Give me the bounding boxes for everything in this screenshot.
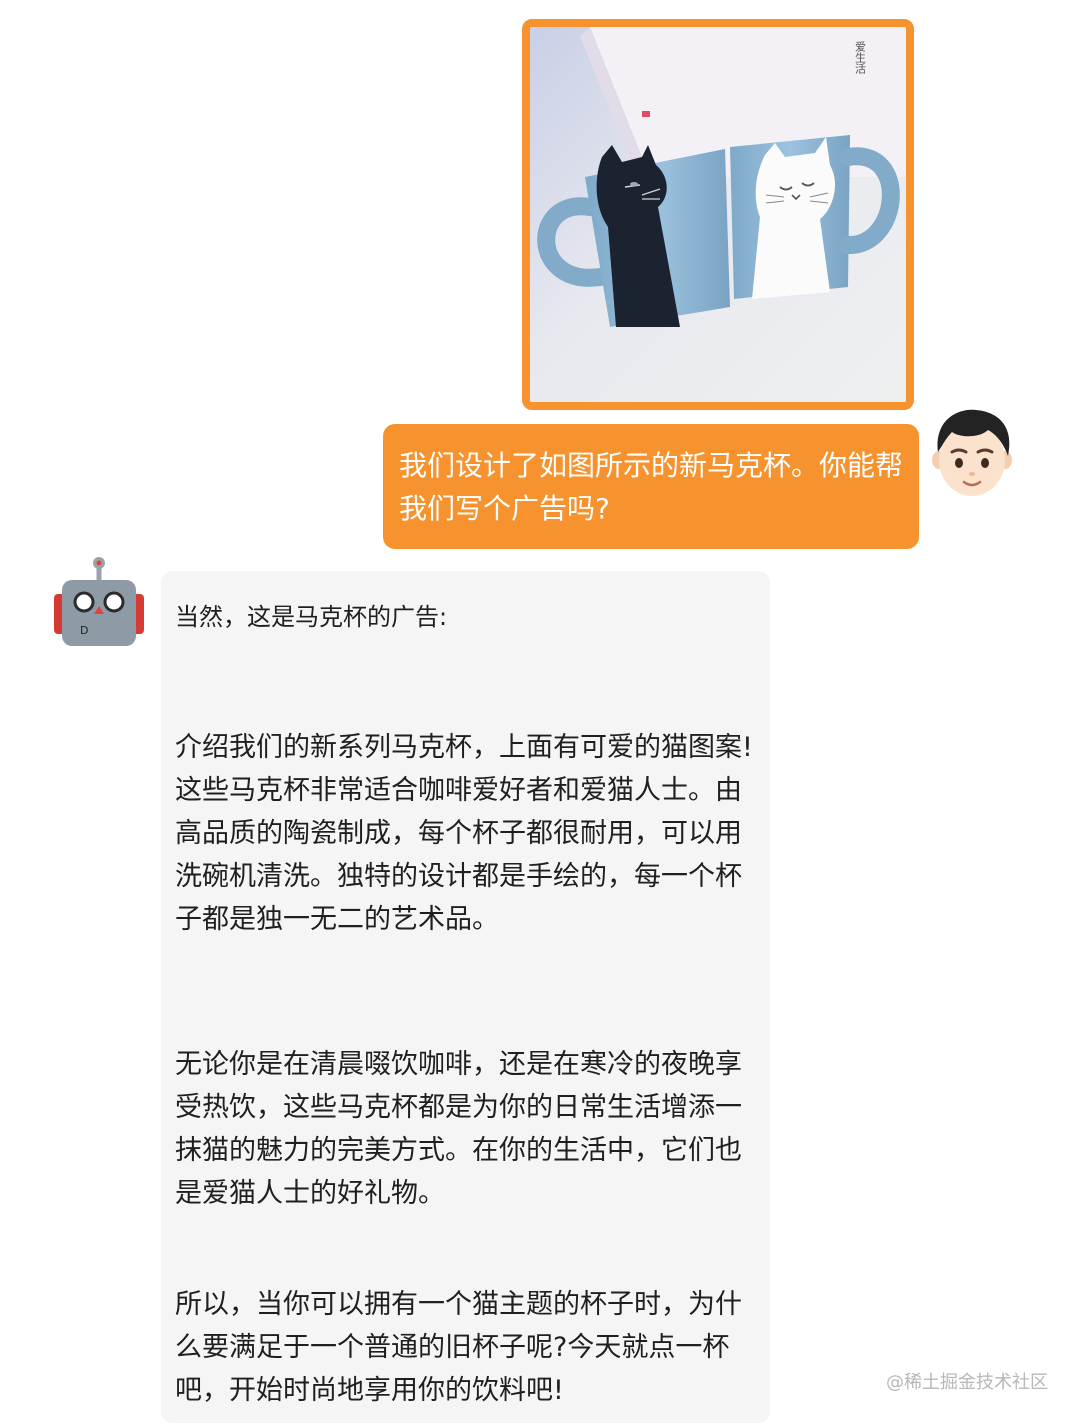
box-label: 爱生活 xyxy=(854,41,867,75)
bot-paragraph: 所以，当你可以拥有一个猫主题的杯子时，为什么要满足于一个普通的旧杯子呢?今天就点… xyxy=(175,1289,742,1406)
chat-screen: 爱生活 我们设计了如图所示的新马克杯。你能帮我们写个广告吗? D 当然，这是马克… xyxy=(0,0,1080,1427)
bot-intro-text: 当然，这是马克杯的广告: xyxy=(175,603,448,631)
bot-paragraph: 无论你是在清晨啜饮咖啡，还是在寒冷的夜晚享受热饮，这些马克杯都是为你的日常生活增… xyxy=(175,1049,742,1209)
bot-avatar[interactable]: D xyxy=(52,556,146,648)
cat-mugs-photo: 爱生活 xyxy=(530,27,906,402)
bot-paragraph: 介绍我们的新系列马克杯，上面有可爱的猫图案!这些马克杯非常适合咖啡爱好者和爱猫人… xyxy=(175,732,753,935)
user-avatar[interactable] xyxy=(930,408,1014,500)
bot-badge: D xyxy=(80,624,88,637)
watermark: @稀土掘金技术社区 xyxy=(886,1372,1048,1393)
bot-message-bubble[interactable]: 当然，这是马克杯的广告: 介绍我们的新系列马克杯，上面有可爱的猫图案!这些马克杯… xyxy=(161,571,770,1423)
user-message-text: 我们设计了如图所示的新马克杯。你能帮我们写个广告吗? xyxy=(399,449,904,525)
user-image-message[interactable]: 爱生活 xyxy=(522,19,914,410)
user-message-bubble[interactable]: 我们设计了如图所示的新马克杯。你能帮我们写个广告吗? xyxy=(383,424,919,549)
